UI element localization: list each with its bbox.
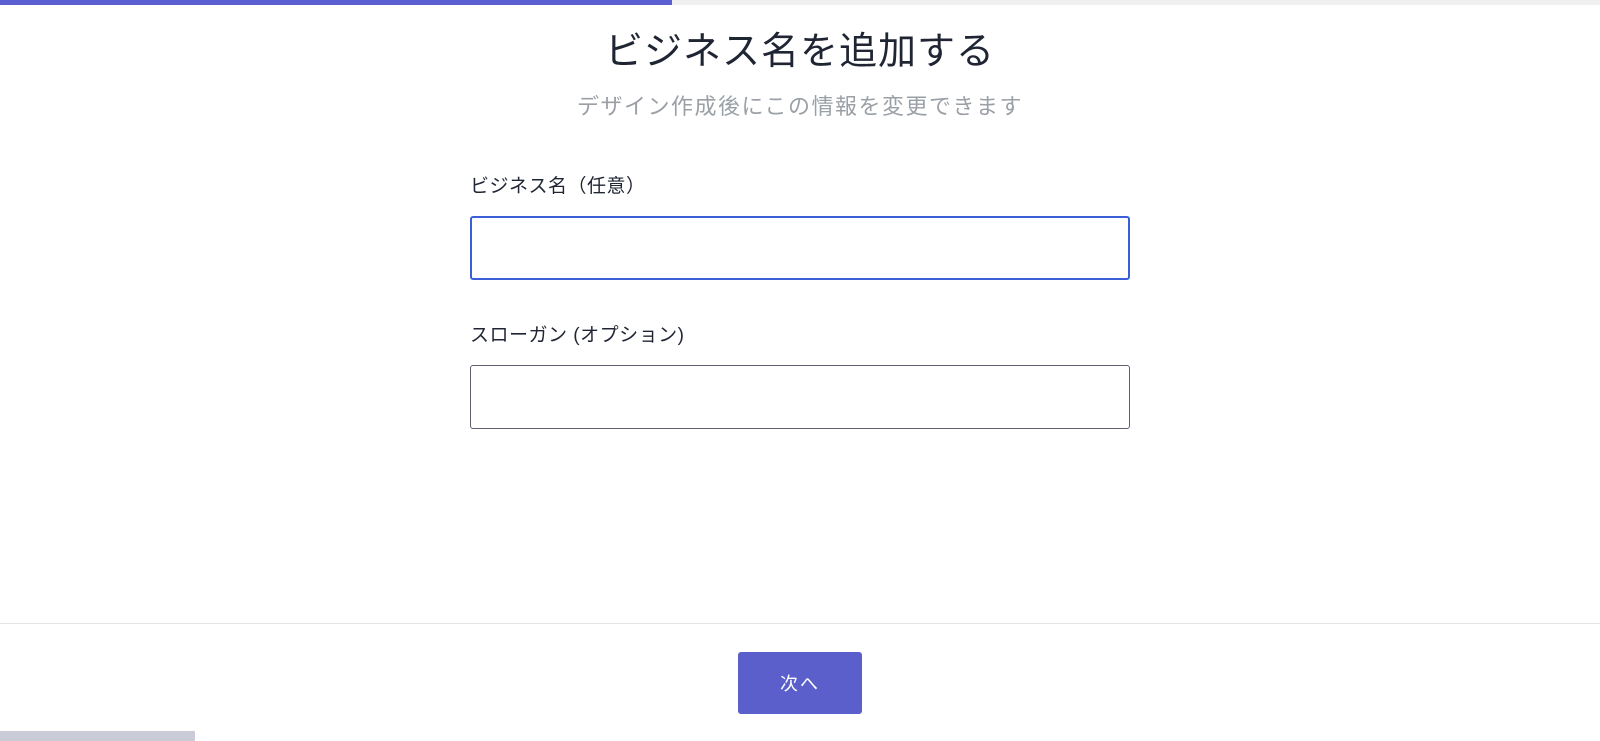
slogan-label: スローガン (オプション) [470,320,1130,347]
business-name-label: ビジネス名（任意） [470,171,1130,198]
business-name-group: ビジネス名（任意） [470,171,1130,280]
progress-bar [0,0,672,5]
next-button[interactable]: 次へ [738,652,862,714]
bottom-loading-indicator [0,731,195,741]
business-name-input[interactable] [470,216,1130,280]
slogan-input[interactable] [470,365,1130,429]
footer: 次へ [0,623,1600,741]
page-subtitle: デザイン作成後にこの情報を変更できます [577,89,1023,121]
main-content: ビジネス名を追加する デザイン作成後にこの情報を変更できます ビジネス名（任意）… [0,0,1600,618]
page-title: ビジネス名を追加する [605,20,995,75]
slogan-group: スローガン (オプション) [470,320,1130,429]
